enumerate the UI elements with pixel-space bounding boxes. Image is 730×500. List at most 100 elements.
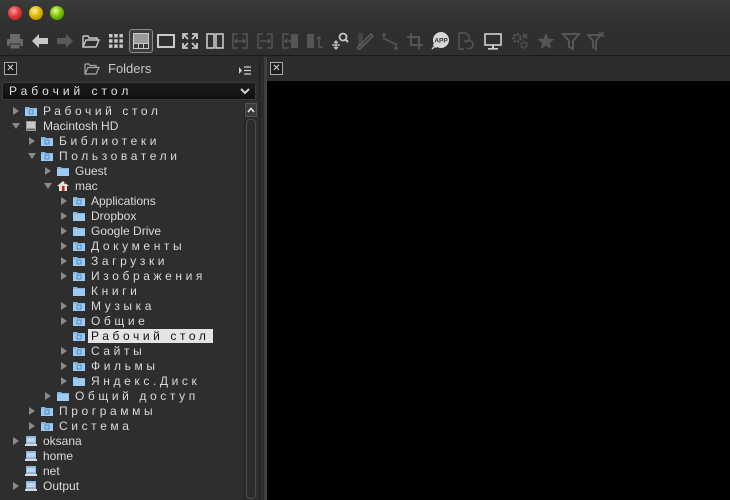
close-folders-panel-button[interactable]: ✕ [4,62,17,75]
collapse-arrow-icon[interactable] [10,120,22,132]
expand-arrow-icon[interactable] [58,195,70,207]
folder-icon [72,225,91,237]
panel-menu-button[interactable] [238,63,252,81]
single-view-button[interactable] [154,29,178,53]
tree-item-label: Музыка [91,298,156,313]
panel-splitter[interactable] [259,57,267,500]
grid-view-button[interactable] [104,29,128,53]
collapse-arrow-icon[interactable] [42,180,54,192]
tree-item[interactable]: Output [10,478,79,493]
tree-item[interactable]: oksana [10,433,82,448]
pictures-folder-icon [72,270,91,282]
window-maximize-button[interactable] [50,6,64,20]
scroll-thumb[interactable] [246,119,256,499]
expand-arrow-icon[interactable] [58,240,70,252]
expand-arrow-icon[interactable] [58,375,70,387]
swap-button[interactable] [303,29,327,53]
tree-item[interactable]: Документы [58,238,185,253]
expand-arrow-icon[interactable] [58,255,70,267]
expand-arrow-icon[interactable] [58,315,70,327]
revert-button[interactable] [453,29,477,53]
window-minimize-button[interactable] [29,6,43,20]
back-button[interactable] [28,29,52,53]
expand-arrow-icon[interactable] [58,225,70,237]
tree-item[interactable]: Пользователи [26,148,181,163]
expand-arrow-icon[interactable] [26,135,38,147]
forward-button[interactable] [53,29,77,53]
star-button[interactable] [534,29,558,53]
compare-view-button[interactable] [203,29,227,53]
tree-item[interactable]: Яндекс.Диск [58,373,200,388]
crop-button[interactable] [403,29,427,53]
open-folder-button[interactable] [79,29,103,53]
expand-arrow-icon[interactable] [10,105,22,117]
browser-layout-button[interactable] [129,29,153,53]
expand-arrow-icon[interactable] [58,360,70,372]
tree-item[interactable]: home [10,448,73,463]
settings-button[interactable] [508,29,532,53]
sync-left-button[interactable] [278,29,302,53]
tree-item[interactable]: Google Drive [58,223,161,238]
tree-item[interactable]: Программы [26,403,156,418]
expand-arrow-icon[interactable] [10,435,22,447]
pan-zoom-button[interactable] [328,29,352,53]
sync-right-button[interactable] [253,29,277,53]
system-folder-icon [40,420,59,432]
tree-item[interactable]: mac [42,178,98,193]
expand-arrow-icon[interactable] [42,390,54,402]
tree-item[interactable]: Загрузки [58,253,168,268]
tree-item[interactable]: Изображения [58,268,206,283]
sync-both-icon [232,33,248,49]
tree-item[interactable]: Фильмы [58,358,159,373]
straighten-button[interactable] [378,29,402,53]
tree-item[interactable]: Книги [58,283,140,298]
filter-icon [561,33,581,51]
tree-item[interactable]: Сайты [58,343,145,358]
expand-arrow-icon[interactable] [10,480,22,492]
scroll-up-button[interactable] [245,103,257,117]
clear-filter-button[interactable] [584,29,608,53]
tree-item[interactable]: Рабочий стол [10,103,162,118]
tree-item[interactable]: net [10,463,60,478]
tree-item[interactable]: Dropbox [58,208,136,223]
folder-path-value: Рабочий стол [9,84,133,98]
fullscreen-button[interactable] [178,29,202,53]
expand-arrow-icon[interactable] [58,210,70,222]
tree-item[interactable]: Общие [58,313,148,328]
downloads-folder-icon [72,255,91,267]
clear-filter-icon [586,31,605,51]
sync-right-icon [257,33,273,49]
window-close-button[interactable] [8,6,22,20]
tree-item[interactable]: Библиотеки [26,133,160,148]
open-with-app-icon: APP [431,32,449,50]
close-viewer-panel-button[interactable]: ✕ [270,62,283,75]
tree-item-label: Macintosh HD [43,118,119,133]
monitor-button[interactable] [481,29,505,53]
music-folder-icon [72,300,91,312]
collapse-arrow-icon[interactable] [26,150,38,162]
fullscreen-icon [182,33,198,49]
tree-item[interactable]: Музыка [58,298,155,313]
eyedropper-button[interactable] [353,29,377,53]
tree-item-label: Общий доступ [75,388,199,403]
tree-item[interactable]: Guest [42,163,107,178]
print-button[interactable] [3,29,27,53]
expand-arrow-icon[interactable] [58,300,70,312]
tree-scrollbar[interactable] [244,103,257,500]
expand-arrow-icon[interactable] [42,165,54,177]
tree-item[interactable]: Общий доступ [42,388,199,403]
folder-path-dropdown[interactable]: Рабочий стол [2,82,256,100]
tree-item[interactable]: Система [26,418,133,433]
expand-arrow-icon[interactable] [58,270,70,282]
tree-item[interactable]: Рабочий стол [58,328,213,343]
filter-button[interactable] [559,29,583,53]
expand-arrow-icon[interactable] [58,345,70,357]
sync-both-button[interactable] [228,29,252,53]
tree-item-label: Книги [91,283,141,298]
expand-arrow-icon[interactable] [26,420,38,432]
open-with-app-button[interactable]: APP [428,29,452,53]
tree-item[interactable]: Applications [58,193,156,208]
tree-item[interactable]: Macintosh HD [10,118,118,133]
expand-arrow-icon[interactable] [26,405,38,417]
tree-item-label: Яндекс.Диск [91,373,201,388]
